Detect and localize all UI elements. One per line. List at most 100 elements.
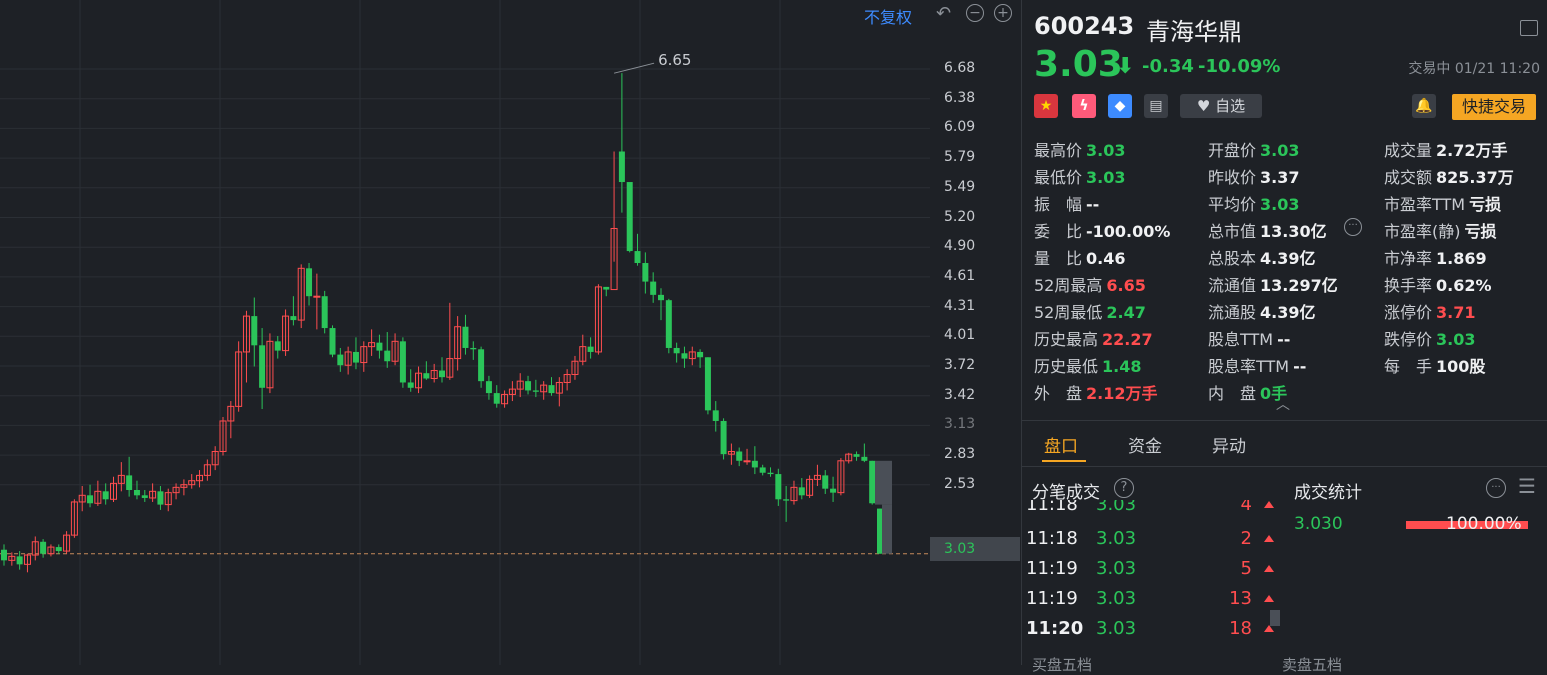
candle-body [133,490,140,496]
stat-label: 委 比 [1034,222,1083,241]
stat-label: 市净率 [1384,249,1433,268]
stat-label: 成交量 [1384,141,1433,160]
price-axis-label: 5.20 [944,208,976,225]
price-axis-label: 2.53 [944,475,976,492]
tab-handicap[interactable]: 盘口 [1044,432,1078,457]
price-axis-label: 3.13 [944,416,976,433]
candle-body [775,474,782,500]
candle-body [141,495,148,498]
undo-icon[interactable]: ↶ [936,3,951,24]
candle-body [126,475,133,490]
stat-label: 平均价 [1208,195,1257,214]
collapse-chevron-icon[interactable]: ︿ [1276,394,1290,414]
stat-label: 股息TTM [1208,330,1274,349]
candle-body [493,393,500,404]
tick-row: 11:19 3.03 5 [1026,558,1276,582]
stat-label: 内 盘 [1208,384,1257,403]
candle-body [376,342,383,351]
price-axis-label: 5.79 [944,149,976,166]
price-change: -0.34 [1142,56,1194,77]
stat-value: 3.03 [1436,330,1476,349]
stat-label: 昨收价 [1208,168,1257,187]
stat-3-8: 每 手 100股 [1384,353,1485,377]
candle-body [634,251,641,264]
stat-label: 市盈率TTM [1384,195,1466,214]
tick-volume: 4 [1240,500,1252,515]
quick-trade-button[interactable]: 快捷交易 [1452,94,1536,120]
stat-value: 13.297亿 [1260,276,1338,295]
lightning-tag-icon[interactable]: ϟ [1072,94,1096,118]
stat-2-8: 股息率TTM -- [1208,353,1306,377]
stat-value: 3.37 [1260,168,1300,187]
stat-3-1: 成交额 825.37万 [1384,164,1514,188]
candle-body [306,268,313,297]
stat-value: 2.72万手 [1436,141,1508,160]
quote-panel: 600243 青海华鼎 3.03 ⬇ -0.34 -10.09% 交易中 01/… [1021,0,1547,674]
stat-value: 22.27 [1102,330,1153,349]
layout-toggle-icon[interactable] [1520,20,1538,36]
stat-label: 换手率 [1384,276,1433,295]
stat-2-7: 股息TTM -- [1208,326,1290,350]
stat-label: 成交额 [1384,168,1433,187]
candle-body [532,390,539,392]
candle-body [274,341,281,351]
heart-icon: ♥ [1196,97,1216,115]
tick-volume: 5 [1240,558,1252,579]
candle-body [470,347,477,350]
document-icon[interactable]: ▤ [1144,94,1168,118]
more-icon[interactable]: ··· [1344,218,1362,236]
tick-volume: 2 [1240,528,1252,549]
stat-label: 开盘价 [1208,141,1257,160]
tick-volume: 13 [1229,588,1252,609]
zoom-out-icon[interactable]: − [966,4,984,22]
adjust-toggle[interactable]: 不复权 [864,4,912,28]
candle-body [603,286,610,290]
china-flag-icon[interactable]: ★ [1034,94,1058,118]
deal-pct: 100.00% [1446,514,1522,534]
stat-label: 每 手 [1384,357,1433,376]
candle-body [681,353,688,359]
crosshair-shade [882,504,892,554]
candle-body [736,451,743,461]
tab-funds[interactable]: 资金 [1128,432,1162,457]
current-price-tag: 3.03 [930,537,1020,561]
candle-body [321,296,328,329]
candle-body [618,151,625,183]
price-axis-label: 6.38 [944,89,976,106]
scrollbar[interactable] [1270,610,1280,626]
stat-value: 3.03 [1086,168,1126,187]
trading-status-time: 交易中 01/21 11:20 [1408,61,1540,77]
more-options-icon[interactable]: ··· [1486,478,1506,498]
candle-body [650,281,657,295]
list-view-icon[interactable]: ☰ [1518,474,1536,498]
tick-trades-list[interactable]: 11:18 3.03 4 11:18 3.03 2 11:19 3.03 5 11:19 3.03 1… [1022,500,1282,650]
help-icon[interactable]: ? [1114,478,1134,498]
kline-chart-panel[interactable]: 6.65 不复权 ↶ − + 6.68 6.38 6.09 5.79 5.49 5.20 4… [0,0,1020,665]
candle-body [337,354,344,366]
zoom-in-icon[interactable]: + [994,4,1012,22]
stock-code: 600243 [1034,12,1135,40]
tick-row: 11:18 3.03 4 [1026,500,1276,518]
stat-2-2: 平均价 3.03 [1208,191,1300,215]
stat-value: 1.869 [1436,249,1487,268]
candle-body [1,549,7,561]
bell-icon[interactable]: 🔔 [1412,94,1436,118]
tick-time: 11:18 [1026,500,1078,515]
candle-body [55,547,62,552]
candle-body [665,300,672,348]
up-arrow-icon [1264,565,1274,572]
stat-2-0: 开盘价 3.03 [1208,137,1300,161]
tag-icon[interactable]: ◆ [1108,94,1132,118]
kline-chart[interactable]: 6.65 [0,0,1020,665]
candle-body [626,182,633,252]
stat-3-6: 涨停价 3.71 [1384,299,1476,323]
candle-body [548,385,555,394]
last-price: 3.03 [1034,44,1123,85]
tab-unusual[interactable]: 异动 [1212,432,1246,457]
stat-label: 历史最低 [1034,357,1099,376]
stat-1-8: 历史最低 1.48 [1034,353,1142,377]
add-watchlist-button[interactable]: ♥ 自选 [1180,94,1262,118]
deal-price: 3.030 [1294,514,1343,534]
stat-3-2: 市盈率TTM 亏损 [1384,191,1501,215]
candle-body [642,263,649,282]
